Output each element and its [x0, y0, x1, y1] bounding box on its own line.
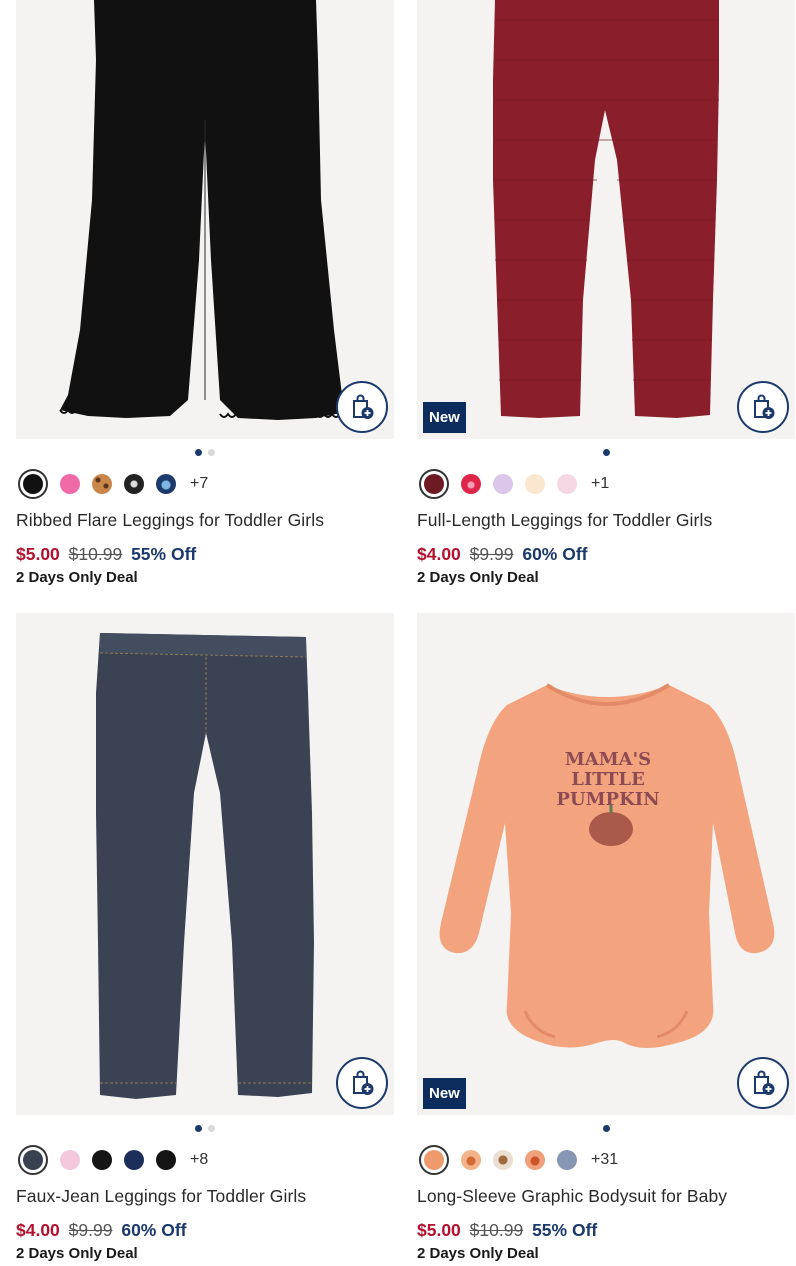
flare-leggings-image: [59, 0, 346, 420]
carousel-dot[interactable]: [208, 1124, 215, 1132]
color-swatch[interactable]: [419, 469, 449, 499]
image-carousel-dots: [16, 1115, 394, 1141]
carousel-dot[interactable]: [195, 1124, 202, 1132]
color-swatch[interactable]: [156, 1150, 176, 1170]
price-row: $4.00 $9.99 60% Off: [16, 1220, 394, 1242]
color-swatch[interactable]: [60, 474, 80, 494]
new-badge: New: [423, 1078, 466, 1109]
add-to-bag-button[interactable]: [336, 381, 388, 433]
carousel-dot[interactable]: [602, 1124, 610, 1132]
color-swatches: +8: [16, 1141, 394, 1179]
carousel-dot[interactable]: [602, 448, 610, 456]
graphic-text-line-3: PUMPKIN: [556, 789, 659, 810]
sale-price: $4.00: [417, 544, 461, 564]
color-swatch[interactable]: [461, 1150, 481, 1170]
color-swatch[interactable]: [461, 474, 481, 494]
color-swatch[interactable]: [493, 1150, 513, 1170]
color-swatches: +1: [417, 465, 795, 503]
bodysuit-image: MAMA'S LITTLE PUMPKIN: [439, 683, 775, 1048]
deal-label: 2 Days Only Deal: [417, 1245, 539, 1262]
jean-leggings-image: [96, 633, 314, 1099]
discount-label: 55% Off: [532, 1220, 598, 1240]
product-card[interactable]: MAMA'S LITTLE PUMPKIN New +31 Long-Sleev…: [417, 613, 795, 1262]
image-carousel-dots: [417, 1115, 795, 1141]
add-to-bag-icon: [353, 1070, 374, 1095]
product-name[interactable]: Full-Length Leggings for Toddler Girls: [417, 510, 795, 536]
sale-price: $5.00: [417, 1220, 461, 1240]
deal-label: 2 Days Only Deal: [417, 569, 539, 586]
more-colors-count[interactable]: +7: [190, 475, 208, 493]
graphic-text-line-2: LITTLE: [571, 769, 645, 790]
original-price: $10.99: [469, 1220, 524, 1240]
product-card[interactable]: +8 Faux-Jean Leggings for Toddler Girls …: [16, 613, 394, 1262]
color-swatch[interactable]: [124, 1150, 144, 1170]
color-swatch[interactable]: [156, 474, 176, 494]
carousel-dot[interactable]: [208, 448, 215, 456]
add-to-bag-icon: [754, 1070, 775, 1095]
product-name[interactable]: Faux-Jean Leggings for Toddler Girls: [16, 1186, 394, 1212]
carousel-dot[interactable]: [195, 448, 202, 456]
price-row: $5.00 $10.99 55% Off: [417, 1220, 795, 1242]
color-swatch[interactable]: [92, 1150, 112, 1170]
more-colors-count[interactable]: +1: [591, 475, 609, 493]
color-swatch[interactable]: [18, 469, 48, 499]
price-row: $4.00 $9.99 60% Off: [417, 544, 795, 566]
product-name[interactable]: Long-Sleeve Graphic Bodysuit for Baby: [417, 1186, 795, 1212]
add-to-bag-button[interactable]: [737, 381, 789, 433]
product-card[interactable]: New +1 Full-Length Leggings for Toddler …: [417, 0, 795, 586]
original-price: $10.99: [68, 544, 123, 564]
product-card[interactable]: +7 Ribbed Flare Leggings for Toddler Gir…: [16, 0, 394, 586]
color-swatch[interactable]: [525, 1150, 545, 1170]
color-swatch[interactable]: [60, 1150, 80, 1170]
sale-price: $4.00: [16, 1220, 60, 1240]
add-to-bag-icon: [754, 394, 775, 419]
color-swatch[interactable]: [18, 1145, 48, 1175]
color-swatch[interactable]: [557, 1150, 577, 1170]
color-swatch[interactable]: [493, 474, 513, 494]
color-swatch[interactable]: [92, 474, 112, 494]
deal-label: 2 Days Only Deal: [16, 569, 138, 586]
new-badge: New: [423, 402, 466, 433]
product-image[interactable]: [16, 0, 394, 439]
product-image[interactable]: New: [417, 0, 795, 439]
product-image[interactable]: [16, 613, 394, 1115]
product-image[interactable]: MAMA'S LITTLE PUMPKIN New: [417, 613, 795, 1115]
graphic-text-line-1: MAMA'S: [565, 749, 651, 770]
more-colors-count[interactable]: +8: [190, 1151, 208, 1169]
price-row: $5.00 $10.99 55% Off: [16, 544, 394, 566]
add-to-bag-icon: [353, 394, 374, 419]
original-price: $9.99: [469, 544, 514, 564]
image-carousel-dots: [417, 439, 795, 465]
color-swatch[interactable]: [419, 1145, 449, 1175]
discount-label: 60% Off: [522, 544, 588, 564]
color-swatch[interactable]: [525, 474, 545, 494]
sale-price: $5.00: [16, 544, 60, 564]
discount-label: 55% Off: [131, 544, 197, 564]
color-swatches: +31: [417, 1141, 795, 1179]
image-carousel-dots: [16, 439, 394, 465]
add-to-bag-button[interactable]: [737, 1057, 789, 1109]
add-to-bag-button[interactable]: [336, 1057, 388, 1109]
discount-label: 60% Off: [121, 1220, 187, 1240]
color-swatches: +7: [16, 465, 394, 503]
color-swatch[interactable]: [124, 474, 144, 494]
leggings-image: [493, 0, 719, 418]
product-name[interactable]: Ribbed Flare Leggings for Toddler Girls: [16, 510, 394, 536]
original-price: $9.99: [68, 1220, 113, 1240]
color-swatch[interactable]: [557, 474, 577, 494]
deal-label: 2 Days Only Deal: [16, 1245, 138, 1262]
more-colors-count[interactable]: +31: [591, 1151, 618, 1169]
